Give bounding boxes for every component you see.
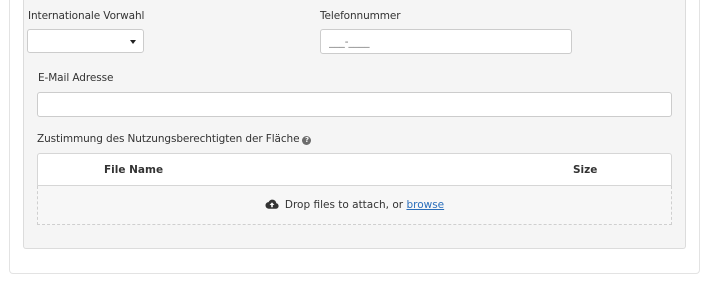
chevron-down-icon[interactable] xyxy=(130,40,136,44)
file-table-header: File Name Size xyxy=(37,153,672,186)
phone-label: Telefonnummer xyxy=(320,10,401,22)
country-code-label: Internationale Vorwahl xyxy=(28,10,145,22)
consent-label-row: Zustimmung des Nutzungsberechtigten der … xyxy=(37,133,312,145)
drop-instructions: Drop files to attach, or xyxy=(284,199,404,211)
file-drop-zone[interactable]: Drop files to attach, or browse xyxy=(37,186,672,225)
question-circle-icon[interactable]: ? xyxy=(302,136,312,145)
browse-link[interactable]: browse xyxy=(406,199,444,211)
consent-label: Zustimmung des Nutzungsberechtigten der … xyxy=(37,133,300,145)
column-header-file-name[interactable]: File Name xyxy=(104,164,163,176)
phone-input[interactable] xyxy=(320,29,572,54)
cloud-upload-icon xyxy=(265,188,279,226)
email-label: E-Mail Adresse xyxy=(38,72,114,84)
email-input[interactable] xyxy=(37,92,672,117)
country-code-select[interactable] xyxy=(27,29,144,53)
column-header-size[interactable]: Size xyxy=(573,164,597,176)
